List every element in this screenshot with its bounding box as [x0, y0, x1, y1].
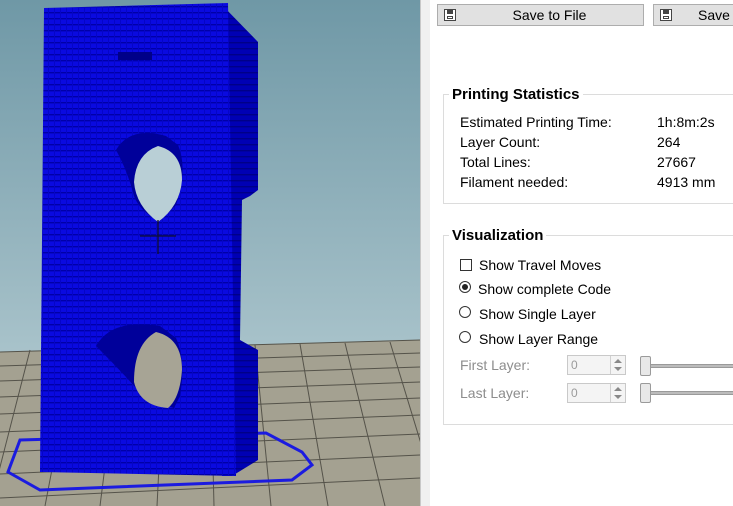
stat-value-layers: 264: [657, 134, 681, 150]
show-single-layer-label[interactable]: Show Single Layer: [479, 306, 596, 322]
stat-label-filament: Filament needed:: [460, 174, 569, 190]
save-to-file-button[interactable]: Save to File: [437, 4, 644, 26]
gcode-preview-canvas[interactable]: [0, 0, 420, 506]
show-travel-moves-checkbox[interactable]: [460, 259, 472, 271]
stat-label-layers: Layer Count:: [460, 134, 541, 150]
stat-label-time: Estimated Printing Time:: [460, 114, 612, 130]
last-layer-spin-arrows-icon[interactable]: [610, 384, 625, 402]
last-layer-spinner[interactable]: 0: [567, 383, 626, 403]
save-to-file-label: Save to File: [512, 7, 587, 23]
last-layer-label: Last Layer:: [460, 385, 530, 401]
panel-splitter[interactable]: [420, 0, 430, 506]
first-layer-spin-arrows-icon[interactable]: [610, 356, 625, 374]
stat-label-lines: Total Lines:: [460, 154, 531, 170]
model-front-face: [40, 3, 236, 476]
floppy-disk-icon: [444, 9, 456, 21]
save-label: Save: [698, 7, 730, 23]
stat-value-filament: 4913 mm: [657, 174, 716, 190]
first-layer-slider-track[interactable]: [642, 364, 733, 368]
gcode-info-panel: Save to File Save Printing Statistics Es…: [430, 0, 733, 506]
show-complete-code-radio[interactable]: [459, 281, 471, 293]
stat-value-lines: 27667: [657, 154, 696, 170]
visualization-title: Visualization: [452, 227, 544, 244]
model-slot-mark: [118, 52, 152, 60]
floppy-disk-icon: [660, 9, 672, 21]
show-single-layer-radio[interactable]: [459, 306, 471, 318]
first-layer-slider-thumb[interactable]: [640, 356, 651, 376]
3d-viewport[interactable]: [0, 0, 420, 506]
show-layer-range-radio[interactable]: [459, 331, 471, 343]
last-layer-slider-track[interactable]: [642, 391, 733, 395]
last-layer-value: 0: [571, 386, 578, 400]
stat-value-time: 1h:8m:2s: [657, 114, 715, 130]
first-layer-value: 0: [571, 358, 578, 372]
last-layer-slider-thumb[interactable]: [640, 383, 651, 403]
show-complete-code-label[interactable]: Show complete Code: [478, 281, 611, 297]
first-layer-spinner[interactable]: 0: [567, 355, 626, 375]
printing-statistics-title: Printing Statistics: [452, 86, 580, 103]
save-button[interactable]: Save: [653, 4, 733, 26]
show-travel-moves-label[interactable]: Show Travel Moves: [479, 257, 601, 273]
show-layer-range-label[interactable]: Show Layer Range: [479, 331, 598, 347]
first-layer-label: First Layer:: [460, 357, 531, 373]
